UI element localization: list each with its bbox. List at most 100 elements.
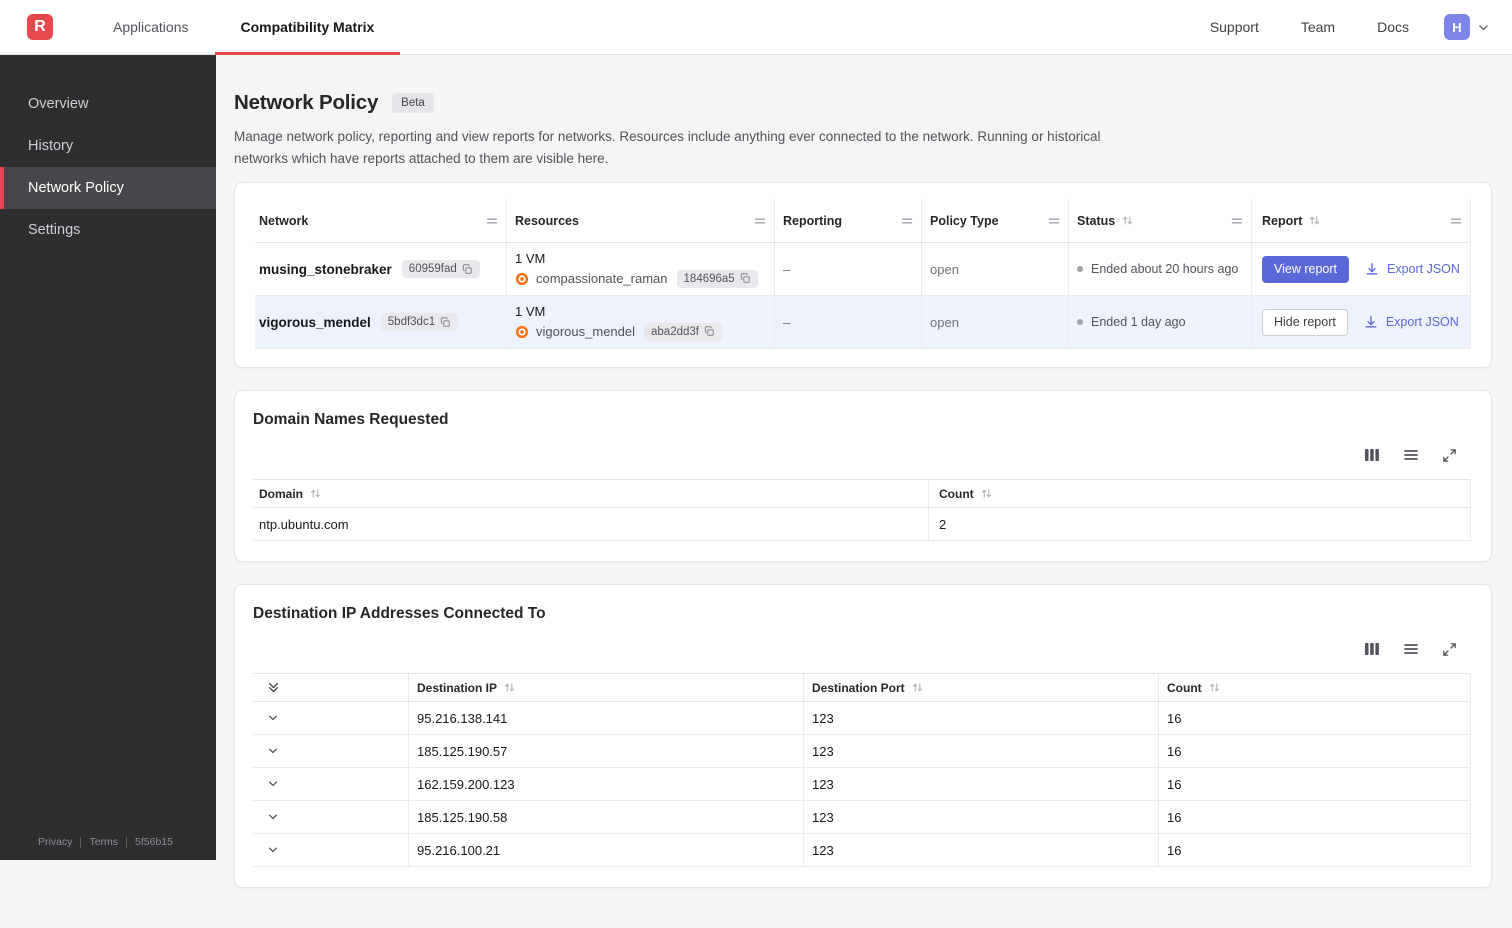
row-expand-icon[interactable] — [267, 811, 279, 823]
column-menu-icon[interactable] — [1231, 215, 1243, 227]
divider — [80, 836, 82, 848]
column-menu-icon[interactable] — [754, 215, 766, 227]
link-team[interactable]: Team — [1280, 19, 1356, 35]
terms-link[interactable]: Terms — [89, 836, 118, 848]
destination-port-cell: 123 — [804, 801, 1159, 834]
copy-icon[interactable] — [740, 273, 751, 284]
column-header-destination-port[interactable]: Destination Port — [804, 674, 1159, 702]
resource-entry: vigorous_mendel aba2dd3f — [515, 322, 722, 341]
column-header-count[interactable]: Count — [929, 480, 1470, 507]
count-cell: 16 — [1159, 768, 1470, 800]
status-text: Ended 1 day ago — [1091, 315, 1186, 330]
copy-icon[interactable] — [440, 316, 451, 328]
copy-icon[interactable] — [462, 263, 473, 275]
sort-icon[interactable] — [1309, 215, 1320, 226]
export-json-link[interactable]: Export JSON — [1364, 315, 1459, 329]
network-id-badge: 5bdf3dc1 — [380, 313, 459, 332]
chevron-down-icon[interactable] — [1477, 21, 1490, 34]
reporting-value: – — [783, 314, 791, 330]
row-expand-icon[interactable] — [267, 778, 279, 790]
sort-icon[interactable] — [1209, 682, 1220, 693]
column-label: Resources — [515, 213, 579, 228]
expand-icon[interactable] — [1442, 448, 1457, 463]
column-header-status[interactable]: Status — [1069, 199, 1252, 243]
user-menu[interactable]: H — [1444, 14, 1490, 40]
destination-ip-cell: 95.216.100.21 — [409, 834, 804, 867]
column-label: Status — [1077, 213, 1116, 228]
app-logo[interactable]: R — [27, 14, 53, 40]
destination-ips-card: Destination IP Addresses Connected To De… — [234, 584, 1492, 889]
ip-value: 185.125.190.57 — [417, 743, 508, 759]
destination-row[interactable]: 95.216.138.141 123 16 — [253, 702, 1470, 736]
privacy-link[interactable]: Privacy — [38, 836, 72, 848]
table-toolbar — [253, 637, 1471, 661]
policy-type-value: open — [930, 261, 959, 277]
policy-type-value: open — [930, 314, 959, 330]
network-id: 5bdf3dc1 — [387, 316, 436, 329]
column-header-domain[interactable]: Domain — [253, 480, 929, 508]
sidebar-item-overview[interactable]: Overview — [0, 83, 216, 125]
column-menu-icon[interactable] — [1048, 215, 1060, 227]
sort-icon[interactable] — [981, 488, 992, 499]
network-name: vigorous_mendel — [259, 314, 371, 330]
column-menu-icon[interactable] — [486, 215, 498, 227]
column-label: Count — [939, 486, 974, 501]
destination-row[interactable]: 185.125.190.57 123 16 — [253, 735, 1470, 769]
networks-card: Network Resources Reporting Policy Type … — [234, 182, 1492, 369]
column-label: Network — [259, 213, 309, 228]
ip-value: 185.125.190.58 — [417, 809, 508, 825]
column-header-report[interactable]: Report — [1252, 199, 1470, 242]
nav-compatibility-matrix[interactable]: Compatibility Matrix — [214, 0, 401, 55]
domain-row[interactable]: ntp.ubuntu.com 2 — [253, 508, 1470, 542]
row-expand-icon[interactable] — [267, 745, 279, 757]
destination-row[interactable]: 185.125.190.58 123 16 — [253, 801, 1470, 835]
nav-applications[interactable]: Applications — [87, 0, 215, 54]
network-row[interactable]: musing_stonebraker 60959fad 1 VM compass… — [255, 243, 1470, 297]
sort-icon[interactable] — [1122, 215, 1133, 226]
sort-icon[interactable] — [310, 488, 321, 499]
link-support[interactable]: Support — [1189, 19, 1280, 35]
count-cell: 16 — [1159, 702, 1470, 734]
vm-count: 1 VM — [515, 303, 546, 319]
columns-icon[interactable] — [1364, 447, 1380, 463]
sidebar-item-history[interactable]: History — [0, 125, 216, 167]
export-json-link[interactable]: Export JSON — [1365, 262, 1460, 276]
top-navigation: Applications Compatibility Matrix — [87, 0, 401, 55]
column-header-destination-ip[interactable]: Destination IP — [409, 674, 804, 702]
row-expand-icon[interactable] — [267, 712, 279, 724]
expand-icon[interactable] — [1442, 642, 1457, 657]
avatar[interactable]: H — [1444, 14, 1470, 40]
sort-icon[interactable] — [504, 682, 515, 693]
column-menu-icon[interactable] — [1450, 215, 1462, 227]
column-header-count[interactable]: Count — [1159, 674, 1470, 701]
expander-cell — [253, 735, 409, 768]
count-value: 16 — [1167, 842, 1182, 858]
download-icon — [1366, 263, 1378, 275]
destination-row[interactable]: 95.216.100.21 123 16 — [253, 834, 1470, 868]
column-label: Domain — [259, 486, 304, 501]
sidebar-item-label: Settings — [28, 222, 81, 238]
sidebar-item-network-policy[interactable]: Network Policy — [0, 167, 216, 209]
network-row[interactable]: vigorous_mendel 5bdf3dc1 1 VM vigorous_m… — [255, 296, 1470, 350]
logo-letter: R — [34, 18, 46, 35]
sort-icon[interactable] — [912, 682, 923, 693]
column-header-policy-type[interactable]: Policy Type — [922, 199, 1069, 243]
column-header-network[interactable]: Network — [255, 199, 507, 243]
view-report-button[interactable]: View report — [1262, 255, 1349, 283]
rows-icon[interactable] — [1403, 641, 1419, 657]
column-menu-icon[interactable] — [901, 215, 913, 227]
copy-icon[interactable] — [704, 326, 715, 337]
column-header-expander — [253, 674, 409, 702]
column-header-resources[interactable]: Resources — [507, 199, 775, 243]
columns-icon[interactable] — [1364, 641, 1380, 657]
link-docs[interactable]: Docs — [1356, 19, 1430, 35]
resource-icon — [515, 325, 529, 338]
expand-all-icon[interactable] — [267, 681, 280, 694]
rows-icon[interactable] — [1403, 447, 1419, 463]
hide-report-button[interactable]: Hide report — [1262, 308, 1348, 336]
count-cell: 16 — [1159, 834, 1470, 866]
destination-row[interactable]: 162.159.200.123 123 16 — [253, 768, 1470, 802]
row-expand-icon[interactable] — [267, 844, 279, 856]
column-header-reporting[interactable]: Reporting — [775, 199, 922, 243]
sidebar-item-settings[interactable]: Settings — [0, 209, 216, 251]
